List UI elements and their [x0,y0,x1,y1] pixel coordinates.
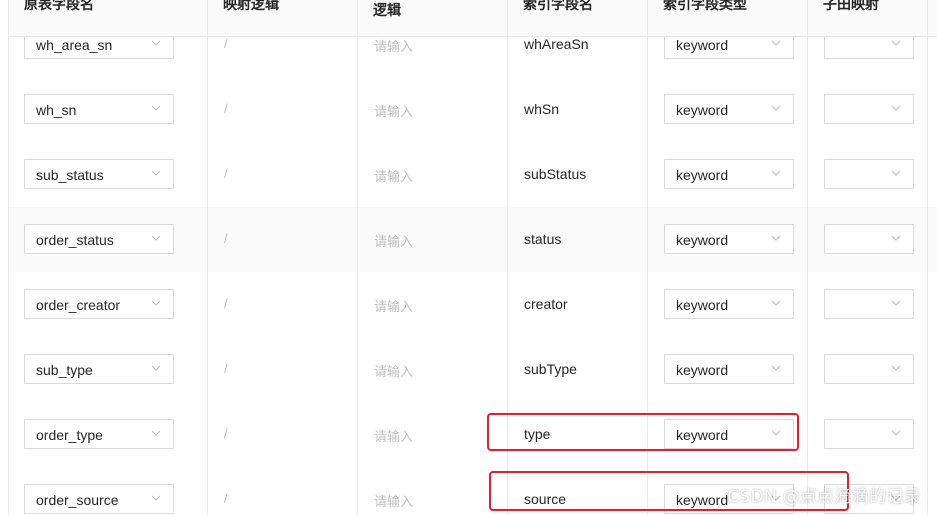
index-field-type-select[interactable]: keyword [664,354,794,384]
column-header-logic: 逻辑 [373,2,401,18]
source-field-value: order_creator [36,297,121,313]
index-field-type-value: keyword [676,297,729,313]
index-field-type-select[interactable]: keyword [664,159,794,189]
source-field-value: order_status [36,232,114,248]
index-field-type-value: keyword [676,232,729,248]
chevron-down-icon [891,365,901,371]
index-field-type-select[interactable]: keyword [664,94,794,124]
column-header-subfield: 子田映射 [823,0,879,12]
mapping-logic-text: / [224,491,228,506]
table-row: order_creator / 请输入 creator keyword [8,272,937,338]
subfield-select[interactable] [824,159,914,189]
table-row: sub_type / 请输入 subType keyword [8,337,937,403]
mapping-logic-text: / [224,426,228,441]
column-header-source-field: 原表字段名 [24,0,94,12]
logic-input[interactable]: 请输入 [374,36,413,55]
index-field-name: subType [524,361,577,377]
index-field-type-select[interactable]: keyword [664,289,794,319]
index-field-name: creator [524,296,568,312]
subfield-select[interactable] [824,354,914,384]
chevron-down-icon [771,235,781,241]
source-field-value: wh_area_sn [36,37,113,53]
field-mapping-table: wh_area_sn / 请输入 whAreaSn keyword wh_sn … [0,0,937,515]
mapping-logic-text: / [224,296,228,311]
watermark: CSDN @点点滴滴的记录 [727,487,921,507]
mapping-logic-text: / [224,166,228,181]
subfield-select[interactable] [824,289,914,319]
table-row: wh_sn / 请输入 whSn keyword [8,77,937,143]
logic-input[interactable]: 请输入 [374,101,413,120]
chevron-down-icon [891,300,901,306]
subfield-select[interactable] [824,224,914,254]
logic-input[interactable]: 请输入 [374,166,413,185]
chevron-down-icon [771,300,781,306]
logic-input[interactable]: 请输入 [374,491,413,510]
index-field-type-value: keyword [676,102,729,118]
chevron-down-icon [891,40,901,46]
source-field-value: wh_sn [36,102,77,118]
chevron-down-icon [771,365,781,371]
source-field-value: order_source [36,492,119,508]
mapping-logic-text: / [224,101,228,116]
chevron-down-icon [151,365,161,371]
logic-input[interactable]: 请输入 [374,231,413,250]
source-field-value: order_type [36,427,103,443]
index-field-name: status [524,231,562,247]
mapping-logic-text: / [224,36,228,51]
index-field-name: whSn [524,101,560,117]
column-header-mapping-logic: 映射逻辑 [223,0,279,12]
chevron-down-icon [151,495,161,501]
index-field-type-value: keyword [676,37,729,53]
index-field-type-value: keyword [676,362,729,378]
chevron-down-icon [771,40,781,46]
index-field-name: subStatus [524,166,587,182]
mapping-logic-text: / [224,231,228,246]
subfield-select[interactable] [824,419,914,449]
chevron-down-icon [891,105,901,111]
source-field-value: sub_status [36,167,104,183]
logic-input[interactable]: 请输入 [374,361,413,380]
subfield-select[interactable] [824,94,914,124]
chevron-down-icon [151,105,161,111]
logic-input[interactable]: 请输入 [374,296,413,315]
column-header-index-type: 索引字段类型 [663,0,747,12]
chevron-down-icon [891,235,901,241]
chevron-down-icon [891,170,901,176]
chevron-down-icon [151,300,161,306]
chevron-down-icon [151,170,161,176]
index-field-type-select[interactable]: keyword [664,224,794,254]
logic-input[interactable]: 请输入 [374,426,413,445]
highlight-box-type [487,413,799,451]
chevron-down-icon [151,40,161,46]
table-header: 原表字段名 映射逻辑 逻辑 索引字段名 索引字段类型 子田映射 [8,0,937,37]
source-field-select[interactable]: sub_status [24,159,174,189]
source-field-select[interactable]: order_source [24,484,174,514]
chevron-down-icon [771,170,781,176]
source-field-select[interactable]: order_creator [24,289,174,319]
source-field-select[interactable]: sub_type [24,354,174,384]
chevron-down-icon [151,235,161,241]
table-row: order_status / 请输入 status keyword [8,207,937,273]
chevron-down-icon [771,105,781,111]
chevron-down-icon [151,430,161,436]
mapping-logic-text: / [224,361,228,376]
index-field-type-value: keyword [676,167,729,183]
table-row: sub_status / 请输入 subStatus keyword [8,142,937,208]
source-field-select[interactable]: order_status [24,224,174,254]
source-field-select[interactable]: wh_sn [24,94,174,124]
column-header-index-field: 索引字段名 [523,0,593,12]
chevron-down-icon [891,430,901,436]
source-field-value: sub_type [36,362,93,378]
source-field-select[interactable]: order_type [24,419,174,449]
index-field-name: whAreaSn [524,36,589,52]
